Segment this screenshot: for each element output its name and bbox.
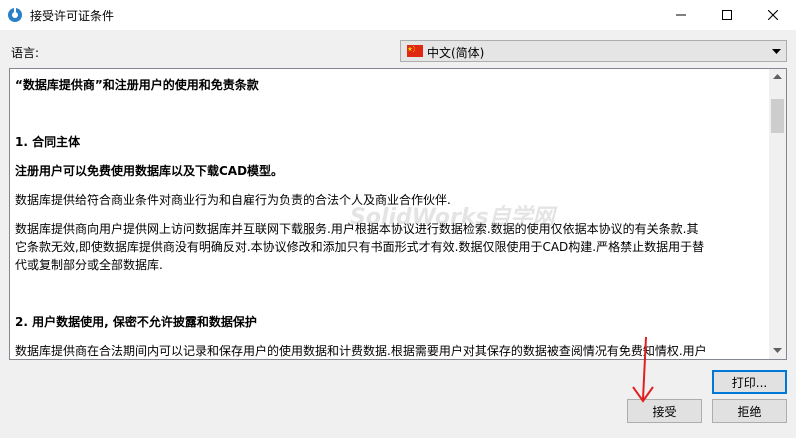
reject-button[interactable]: 拒绝 xyxy=(712,399,787,423)
section1-title: 1. 合同主体 xyxy=(15,135,81,149)
license-text-box[interactable]: “数据库提供商”和注册用户的使用和免责条款 1. 合同主体 注册用户可以免费使用… xyxy=(9,68,787,360)
china-flag-icon xyxy=(407,45,423,57)
maximize-button[interactable] xyxy=(704,0,750,30)
scroll-down-icon[interactable] xyxy=(773,348,782,354)
section1-bold-text: 注册用户可以免费使用数据库以及下载CAD模型。 xyxy=(15,164,284,178)
vertical-scrollbar[interactable] xyxy=(769,69,786,359)
minimize-icon xyxy=(676,14,686,16)
close-icon xyxy=(768,10,778,20)
chevron-down-icon xyxy=(772,49,781,54)
language-label: 语言: xyxy=(11,46,40,60)
section2-title: 2. 用户数据使用, 保密不允许披露和数据保护 xyxy=(15,315,257,329)
close-button[interactable] xyxy=(750,0,796,30)
maximize-icon xyxy=(722,10,732,20)
print-button[interactable]: 打印... xyxy=(712,370,787,394)
section1-paragraph2-line2: 它条款无效,即使数据库提供商没有明确反对.本协议修改和添加只有书面形式才有效.数… xyxy=(15,240,705,254)
app-icon xyxy=(8,8,22,22)
scroll-up-icon[interactable] xyxy=(773,74,782,80)
red-arrow-annotation xyxy=(632,336,654,403)
section1-paragraph2-line3: 代或复制部分或全部数据库. xyxy=(15,258,163,272)
title-bar: 接受许可证条件 xyxy=(0,0,796,30)
scrollbar-thumb[interactable] xyxy=(771,99,784,133)
minimize-button[interactable] xyxy=(658,0,704,30)
license-document: “数据库提供商”和注册用户的使用和免责条款 1. 合同主体 注册用户可以免费使用… xyxy=(10,69,770,359)
section2-paragraph1-line1: 数据库提供商在合法期间内可以记录和保存用户的使用数据和计费数据.根据需要用户对其… xyxy=(15,344,707,358)
doc-heading: “数据库提供商”和注册用户的使用和免责条款 xyxy=(15,78,259,92)
watermark: SolidWorks自学网 xyxy=(350,205,555,230)
language-select[interactable]: 中文(简体) xyxy=(400,40,787,62)
language-selected-value: 中文(简体) xyxy=(427,46,485,60)
window-title: 接受许可证条件 xyxy=(30,9,115,23)
